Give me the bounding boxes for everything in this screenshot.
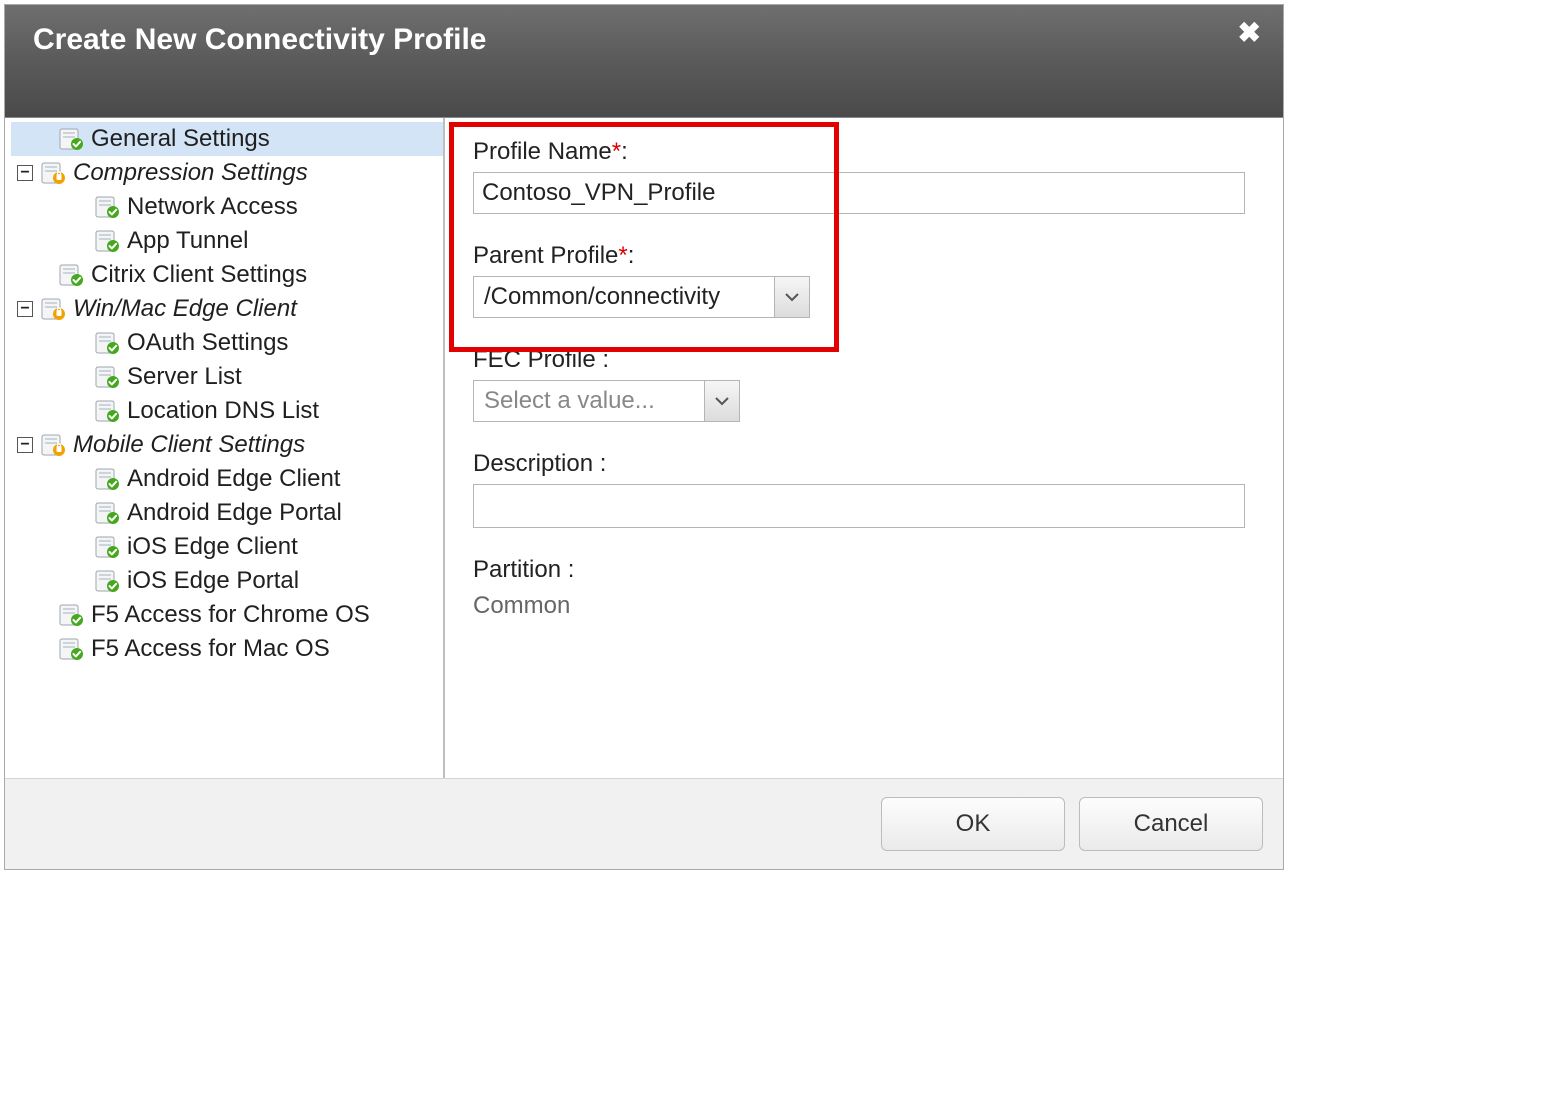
field-partition: Partition : Common (455, 550, 1263, 620)
document-lock-icon (39, 298, 67, 320)
tree-label: Network Access (127, 193, 298, 221)
tree-label: Android Edge Portal (127, 499, 342, 527)
field-profile-name: Profile Name*: (455, 132, 1263, 214)
close-icon[interactable]: ✖ (1238, 19, 1261, 47)
document-check-icon (93, 570, 121, 592)
tree-label: Server List (127, 363, 242, 391)
settings-tree: General Settings − Compression Settings … (5, 118, 445, 778)
tree-item-f5-access-mac[interactable]: F5 Access for Mac OS (11, 632, 443, 666)
tree-item-network-access[interactable]: Network Access (11, 190, 443, 224)
document-check-icon (93, 536, 121, 558)
document-check-icon (93, 332, 121, 354)
field-fec-profile: FEC Profile : Select a value... (455, 340, 1263, 422)
settings-form: Profile Name*: Parent Profile*: /Common/… (445, 118, 1283, 778)
collapse-toggle-icon[interactable]: − (17, 301, 33, 317)
tree-item-server-list[interactable]: Server List (11, 360, 443, 394)
tree-item-ios-edge-client[interactable]: iOS Edge Client (11, 530, 443, 564)
field-parent-profile: Parent Profile*: /Common/connectivity (455, 236, 1263, 318)
cancel-button[interactable]: Cancel (1079, 797, 1263, 851)
tree-group-winmac-edge-client[interactable]: − Win/Mac Edge Client (11, 292, 443, 326)
document-lock-icon (39, 434, 67, 456)
tree-label: iOS Edge Portal (127, 567, 299, 595)
tree-label: Citrix Client Settings (91, 261, 307, 289)
partition-value: Common (473, 590, 1245, 620)
tree-item-location-dns-list[interactable]: Location DNS List (11, 394, 443, 428)
document-check-icon (57, 638, 85, 660)
document-check-icon (93, 230, 121, 252)
document-check-icon (57, 264, 85, 286)
tree-label: Compression Settings (73, 159, 308, 187)
partition-label: Partition : (473, 556, 1245, 584)
tree-label: App Tunnel (127, 227, 248, 255)
document-check-icon (93, 366, 121, 388)
document-check-icon (93, 502, 121, 524)
document-check-icon (93, 468, 121, 490)
tree-label: iOS Edge Client (127, 533, 298, 561)
fec-profile-select[interactable]: Select a value... (473, 380, 740, 422)
dialog-footer: OK Cancel (5, 778, 1283, 869)
tree-label: Location DNS List (127, 397, 319, 425)
parent-profile-value: /Common/connectivity (474, 277, 774, 317)
tree-group-mobile-client-settings[interactable]: − Mobile Client Settings (11, 428, 443, 462)
document-lock-icon (39, 162, 67, 184)
tree-item-general-settings[interactable]: General Settings (11, 122, 443, 156)
description-label: Description : (473, 450, 1245, 478)
fec-profile-label: FEC Profile : (473, 346, 1245, 374)
ok-button[interactable]: OK (881, 797, 1065, 851)
tree-group-compression-settings[interactable]: − Compression Settings (11, 156, 443, 190)
tree-label: OAuth Settings (127, 329, 288, 357)
tree-item-oauth-settings[interactable]: OAuth Settings (11, 326, 443, 360)
document-check-icon (93, 196, 121, 218)
field-description: Description : (455, 444, 1263, 528)
chevron-down-icon[interactable] (774, 277, 809, 317)
document-check-icon (57, 604, 85, 626)
dialog-header: Create New Connectivity Profile ✖ (5, 5, 1283, 118)
description-input[interactable] (473, 484, 1245, 528)
chevron-down-icon[interactable] (704, 381, 739, 421)
dialog-title: Create New Connectivity Profile (33, 23, 486, 56)
fec-profile-placeholder: Select a value... (474, 381, 704, 421)
collapse-toggle-icon[interactable]: − (17, 165, 33, 181)
connectivity-profile-dialog: Create New Connectivity Profile ✖ Genera… (4, 4, 1284, 870)
tree-label: Android Edge Client (127, 465, 340, 493)
tree-label: F5 Access for Chrome OS (91, 601, 370, 629)
tree-item-f5-access-chrome[interactable]: F5 Access for Chrome OS (11, 598, 443, 632)
tree-label: General Settings (91, 125, 270, 153)
parent-profile-label: Parent Profile*: (473, 242, 1245, 270)
profile-name-input[interactable] (473, 172, 1245, 214)
collapse-toggle-icon[interactable]: − (17, 437, 33, 453)
profile-name-label: Profile Name*: (473, 138, 1245, 166)
dialog-body: General Settings − Compression Settings … (5, 118, 1283, 778)
document-check-icon (93, 400, 121, 422)
tree-item-android-edge-client[interactable]: Android Edge Client (11, 462, 443, 496)
tree-item-citrix-client-settings[interactable]: Citrix Client Settings (11, 258, 443, 292)
tree-item-android-edge-portal[interactable]: Android Edge Portal (11, 496, 443, 530)
tree-item-app-tunnel[interactable]: App Tunnel (11, 224, 443, 258)
tree-label: F5 Access for Mac OS (91, 635, 330, 663)
tree-item-ios-edge-portal[interactable]: iOS Edge Portal (11, 564, 443, 598)
parent-profile-select[interactable]: /Common/connectivity (473, 276, 810, 318)
tree-label: Win/Mac Edge Client (73, 295, 297, 323)
tree-label: Mobile Client Settings (73, 431, 305, 459)
document-check-icon (57, 128, 85, 150)
